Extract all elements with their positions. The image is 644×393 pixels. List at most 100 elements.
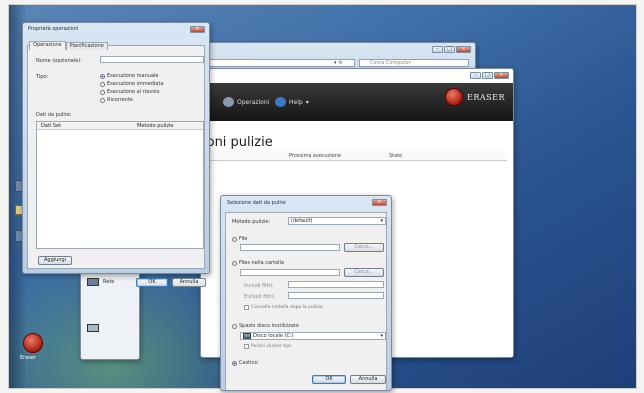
eraser-desktop-label: Eraser bbox=[20, 355, 37, 361]
eraser-desktop-icon[interactable] bbox=[23, 333, 43, 353]
drive-icon bbox=[243, 333, 251, 339]
erase-data-list[interactable]: Dati Set Metodo pulizie bbox=[36, 121, 204, 249]
radio-indicator bbox=[100, 89, 105, 95]
tab-schedule[interactable]: Pianificazione bbox=[65, 42, 108, 50]
radio-recycle-bin[interactable]: Cestino bbox=[232, 360, 258, 366]
folder-path-input[interactable] bbox=[240, 269, 340, 276]
radio-folder[interactable]: Files nella cartella bbox=[232, 260, 284, 266]
eraser-toolbar: Operazioni Help ▾ ERASER bbox=[201, 83, 513, 121]
task-name-input[interactable] bbox=[100, 56, 204, 63]
data-to-erase-label: Dati da pulire: bbox=[36, 112, 72, 118]
checkbox-label: Cancella cartella dopo la pulizia bbox=[251, 305, 323, 310]
radio-manual[interactable]: Esecuzione manuale bbox=[100, 73, 158, 79]
eraser-logo: ERASER bbox=[445, 88, 505, 106]
help-toolbar-button[interactable]: Help ▾ bbox=[275, 97, 309, 107]
name-label: Nome (opzionale): bbox=[36, 58, 82, 64]
close-button[interactable]: × bbox=[372, 199, 387, 206]
erase-method-value: (default) bbox=[291, 218, 313, 224]
dialog-title: Selezione dati da pulire bbox=[227, 200, 286, 206]
eraser-logo-text: ERASER bbox=[467, 92, 505, 102]
radio-unused-space[interactable]: Spazio disco inutilizzato bbox=[232, 323, 299, 329]
method-label: Metodo pulizie: bbox=[232, 219, 271, 225]
help-label: Help bbox=[289, 98, 303, 106]
radio-label: Esecuzione immediata bbox=[107, 81, 164, 87]
radio-label: Esecuzione manuale bbox=[107, 73, 159, 79]
maximize-button[interactable]: □ bbox=[444, 46, 455, 53]
search-input[interactable]: Cerca Computer bbox=[359, 59, 469, 67]
erase-method-select[interactable]: (default) ▾ bbox=[288, 217, 386, 225]
include-filter-label: Includi filtri: bbox=[244, 283, 274, 289]
radio-label: Cestino bbox=[239, 360, 258, 366]
chevron-down-icon: ▾ bbox=[380, 333, 383, 339]
close-button[interactable]: × bbox=[456, 46, 471, 53]
eraser-titlebar: – □ × bbox=[201, 69, 513, 83]
network-label: Rete bbox=[103, 279, 115, 285]
chevron-down-icon: ▾ bbox=[305, 98, 309, 106]
minimize-button[interactable]: – bbox=[432, 46, 443, 53]
radio-label: Spazio disco inutilizzato bbox=[239, 323, 299, 329]
radio-indicator bbox=[100, 73, 105, 79]
radio-indicator bbox=[232, 260, 237, 266]
delete-folder-checkbox[interactable]: Cancella cartella dopo la pulizia bbox=[244, 305, 323, 310]
radio-recurring[interactable]: Ricorrente bbox=[100, 97, 133, 103]
task-list-header: Prossima esecuzione Stato bbox=[203, 151, 507, 161]
chevron-down-icon: ▾ bbox=[380, 218, 383, 224]
column-next-run[interactable]: Prossima esecuzione bbox=[289, 153, 341, 159]
network-icon bbox=[87, 278, 99, 286]
drive-select[interactable]: Disco locale (C:) ▾ bbox=[240, 332, 386, 340]
address-bar[interactable]: ▾ ⟲ bbox=[207, 59, 355, 67]
browse-file-button[interactable]: Cerca... bbox=[344, 243, 384, 252]
column-erase-method[interactable]: Metodo pulizie bbox=[137, 123, 173, 129]
ok-button[interactable]: OK bbox=[312, 375, 346, 384]
radio-label: Ricorrente bbox=[107, 97, 133, 103]
radio-indicator bbox=[232, 236, 237, 242]
radio-indicator bbox=[232, 323, 237, 329]
include-filter-input[interactable] bbox=[288, 281, 384, 288]
radio-immediate[interactable]: Esecuzione immediata bbox=[100, 81, 164, 87]
browse-folder-button[interactable]: Cerca... bbox=[344, 268, 384, 277]
radio-indicator bbox=[100, 97, 105, 103]
help-icon bbox=[275, 97, 286, 107]
drive-value: Disco locale (C:) bbox=[243, 333, 294, 339]
radio-label: Files nella cartella bbox=[239, 260, 284, 266]
checkbox-label: Pulisci cluster tips bbox=[251, 344, 292, 349]
dialog-controls: × bbox=[372, 199, 387, 206]
drive-label: Disco locale (C:) bbox=[253, 333, 294, 339]
radio-label: Esecuzione al riavvio bbox=[107, 89, 160, 95]
eraser-window-controls: – □ × bbox=[470, 72, 509, 79]
minimize-button[interactable]: – bbox=[470, 72, 481, 79]
type-label: Tipo: bbox=[36, 74, 49, 80]
close-button[interactable]: × bbox=[190, 26, 205, 33]
page-title: ioni pulizie bbox=[203, 135, 273, 150]
dialog-controls: × bbox=[190, 26, 205, 33]
close-button[interactable]: × bbox=[494, 72, 509, 79]
dialog-body: Metodo pulizie: (default) ▾ File Cerca..… bbox=[225, 212, 387, 390]
maximize-button[interactable]: □ bbox=[482, 72, 493, 79]
radio-file[interactable]: File bbox=[232, 236, 247, 242]
exclude-filter-input[interactable] bbox=[288, 292, 384, 299]
task-properties-dialog: Proprietà operazioni × Nome (opzionale):… bbox=[22, 22, 210, 287]
explorer-window-controls: – □ × bbox=[432, 46, 471, 53]
list-item[interactable]: Rete bbox=[87, 278, 114, 286]
list-item[interactable] bbox=[87, 324, 99, 332]
ok-button[interactable]: OK bbox=[136, 278, 168, 287]
eraser-logo-icon bbox=[445, 88, 464, 106]
column-status[interactable]: Stato bbox=[389, 153, 402, 159]
refresh-icon[interactable]: ▾ ⟲ bbox=[334, 60, 354, 66]
select-data-dialog: Selezione dati da pulire × Metodo pulizi… bbox=[220, 195, 392, 391]
schedule-label: Operazioni bbox=[237, 98, 270, 106]
file-path-input[interactable] bbox=[240, 244, 340, 251]
radio-restart[interactable]: Esecuzione al riavvio bbox=[100, 89, 160, 95]
schedule-toolbar-button[interactable]: Operazioni bbox=[223, 97, 269, 107]
tab-task[interactable]: Operazione bbox=[29, 41, 66, 50]
cancel-button[interactable]: Annulla bbox=[172, 278, 206, 287]
dialog-body: Nome (opzionale): Tipo: Esecuzione manua… bbox=[27, 45, 206, 287]
radio-indicator bbox=[232, 360, 237, 366]
schedule-icon bbox=[223, 97, 234, 107]
dialog-tabs: Operazione Pianificazione bbox=[29, 41, 108, 50]
column-data-set[interactable]: Dati Set bbox=[41, 123, 61, 129]
cancel-button[interactable]: Annulla bbox=[350, 375, 386, 384]
cluster-tips-checkbox[interactable]: Pulisci cluster tips bbox=[244, 344, 291, 349]
add-data-button[interactable]: Aggiungi bbox=[38, 256, 72, 265]
radio-indicator bbox=[100, 81, 105, 87]
